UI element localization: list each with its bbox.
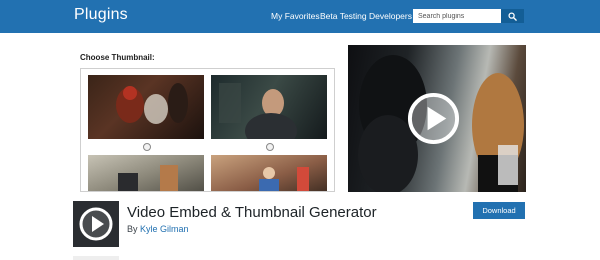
nav-beta-testing[interactable]: Beta Testing <box>320 11 367 21</box>
thumbnail-radio[interactable] <box>266 143 274 151</box>
thumbnail-scene <box>259 167 309 191</box>
choose-thumbnail-label: Choose Thumbnail: <box>80 53 155 62</box>
section-divider <box>73 256 119 260</box>
play-icon[interactable] <box>406 91 461 146</box>
download-button[interactable]: Download <box>473 202 525 219</box>
plugin-title: Video Embed & Thumbnail Generator <box>127 204 377 221</box>
plugin-icon <box>73 201 119 247</box>
search-button[interactable] <box>501 9 524 23</box>
plugin-byline: By Kyle Gilman <box>127 224 189 234</box>
thumbnail-option[interactable] <box>211 75 327 139</box>
nav-developers[interactable]: Developers <box>369 11 412 21</box>
author-link[interactable]: Kyle Gilman <box>140 224 189 234</box>
brand-title[interactable]: Plugins <box>74 6 128 24</box>
nav-my-favorites[interactable]: My Favorites <box>271 11 320 21</box>
thumbnail-scene <box>219 83 297 139</box>
play-icon <box>73 201 119 247</box>
thumbnail-option[interactable] <box>88 75 204 139</box>
byline-prefix: By <box>127 224 138 234</box>
thumbnail-scene <box>116 83 188 124</box>
thumbnail-radio[interactable] <box>143 143 151 151</box>
site-header: Plugins My Favorites Beta Testing Develo… <box>0 0 600 33</box>
thumbnail-option[interactable] <box>88 155 204 191</box>
thumbnail-scene <box>118 165 178 191</box>
thumbnail-option[interactable] <box>211 155 327 191</box>
thumbnail-panel <box>80 68 335 192</box>
search-icon <box>508 11 517 21</box>
search-input[interactable] <box>413 9 501 23</box>
